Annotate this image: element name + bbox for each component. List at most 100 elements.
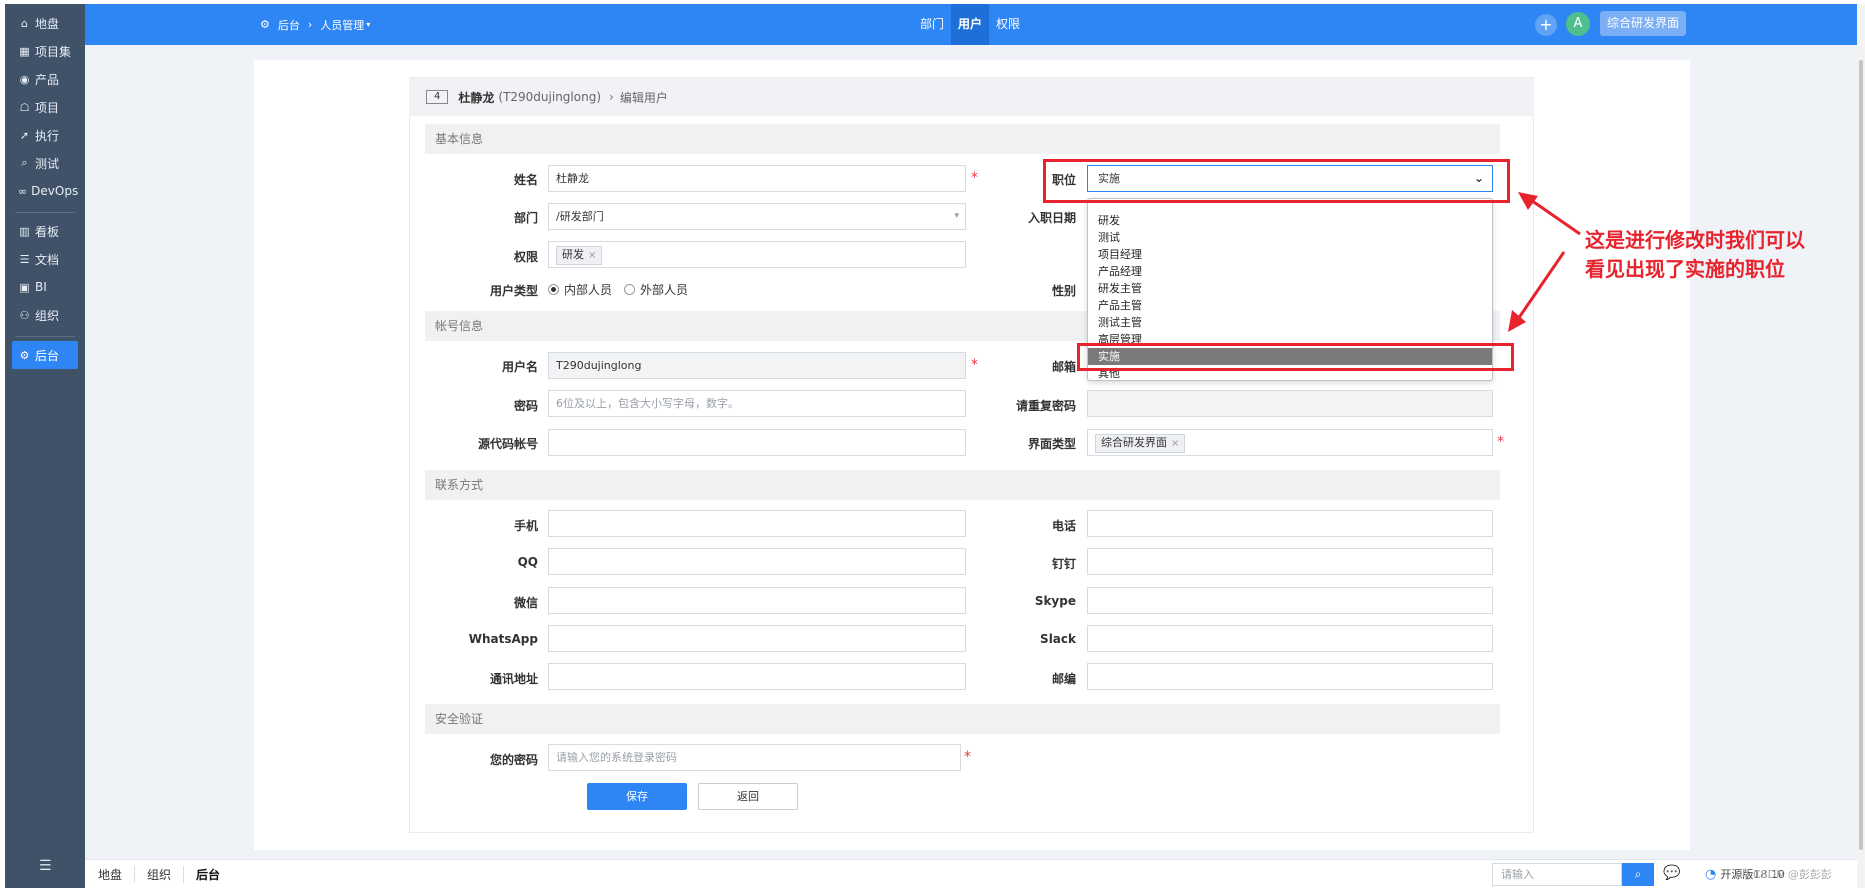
label-qq: QQ [517, 555, 538, 569]
label-zipcode: 邮编 [1051, 672, 1076, 686]
role-option[interactable]: 测试主管 [1088, 314, 1492, 331]
sidebar-item-label: 后台 [35, 348, 60, 363]
close-icon[interactable]: × [588, 250, 596, 261]
radio-label: 外部人员 [640, 283, 689, 297]
label-vision: 界面类型 [1027, 437, 1076, 451]
role-option[interactable]: 项目经理 [1088, 246, 1492, 263]
required-mark: * [971, 170, 978, 186]
sidebar-item-label: 项目 [35, 100, 60, 115]
sidebar-item-execution[interactable]: ➚ 执行 [12, 121, 78, 149]
priv-chip-label: 研发 [562, 248, 584, 261]
vision-switch-button[interactable]: 综合研发界面 [1600, 11, 1687, 36]
role-option[interactable]: 研发主管 [1088, 280, 1492, 297]
sidebar-item-program[interactable]: ▦ 项目集 [12, 37, 78, 65]
sidebar-divider [15, 212, 75, 213]
sidebar-item-project[interactable]: ☖ 项目 [12, 93, 78, 121]
arrow-head-icon [1518, 192, 1538, 210]
realname-input[interactable]: 杜静龙 [548, 165, 966, 192]
vision-multiselect[interactable]: 综合研发界面 × [1087, 429, 1493, 456]
search-icon[interactable]: ⌕ [1622, 863, 1654, 886]
radio-inside[interactable]: 内部人员 [548, 281, 612, 298]
sidebar-item-label: 组织 [35, 308, 60, 323]
zentao-logo-icon: ◔ [1705, 867, 1717, 882]
footer-link-org[interactable]: 组织 [135, 866, 185, 883]
verify-password-input[interactable]: 请输入您的系统登录密码 [548, 744, 961, 771]
create-plus-icon[interactable]: + [1535, 14, 1557, 36]
role-option[interactable]: 产品经理 [1088, 263, 1492, 280]
tab-priv[interactable]: 权限 [989, 4, 1027, 45]
footer-search-input[interactable]: 请输入 [1492, 863, 1622, 886]
highlight-box-option [1077, 343, 1514, 371]
sidebar-item-org[interactable]: ⚇ 组织 [12, 301, 78, 329]
close-icon[interactable]: × [1171, 438, 1179, 449]
sidebar-item-devops[interactable]: ∞ DevOps [12, 177, 78, 205]
chevron-right-icon: › [307, 18, 313, 31]
tab-dept[interactable]: 部门 [913, 4, 951, 45]
role-option[interactable]: 产品主管 [1088, 297, 1492, 314]
commiter-input[interactable] [548, 429, 966, 456]
radio-outside[interactable]: 外部人员 [624, 281, 688, 298]
label-user-type: 用户类型 [489, 284, 538, 298]
label-verify-password: 您的密码 [489, 753, 538, 767]
scrollbar-thumb[interactable] [1859, 60, 1863, 850]
slack-input[interactable] [1087, 625, 1493, 652]
sidebar-item-test[interactable]: ⌕ 测试 [12, 149, 78, 177]
arrow-line-upper [1527, 196, 1581, 236]
weixin-input[interactable] [548, 587, 966, 614]
label-dingding: 钉钉 [1051, 557, 1076, 571]
address-input[interactable] [548, 663, 966, 690]
sidebar-item-product[interactable]: ◉ 产品 [12, 65, 78, 93]
ai-chat-icon[interactable]: 💬 [1663, 865, 1680, 881]
dept-select[interactable]: /研发部门 ▾ [548, 203, 966, 230]
mobile-input[interactable] [548, 510, 966, 537]
label-join-date: 入职日期 [1027, 211, 1076, 225]
role-option[interactable]: 测试 [1088, 229, 1492, 246]
doc-icon: ☰ [19, 252, 30, 266]
gear-icon: ⚙ [260, 18, 270, 31]
sidebar-item-label: 产品 [35, 72, 60, 87]
sidebar-item-bi[interactable]: ▣ BI [12, 273, 78, 301]
devops-icon: ∞ [18, 184, 28, 198]
page-title-bar: 4 杜静龙 (T290dujinglong) › 编辑用户 [409, 78, 1534, 116]
sidebar-item-home[interactable]: ⌂ 地盘 [12, 9, 78, 37]
sidebar-divider [15, 336, 75, 337]
label-weixin: 微信 [513, 596, 538, 610]
sidebar-item-admin[interactable]: ⚙ 后台 [12, 341, 78, 369]
section-security: 安全验证 [425, 704, 1500, 734]
product-icon: ◉ [19, 72, 30, 86]
breadcrumb-admin[interactable]: 后台 [278, 17, 300, 33]
password-repeat-input[interactable] [1087, 390, 1493, 417]
password-input[interactable]: 6位及以上，包含大小写字母，数字。 [548, 390, 966, 417]
page-title-action: 编辑用户 [619, 90, 668, 105]
label-realname: 姓名 [513, 173, 538, 187]
bi-icon: ▣ [19, 280, 30, 294]
project-icon: ☖ [19, 100, 30, 114]
back-button[interactable]: 返回 [698, 783, 798, 810]
kanban-icon: ▥ [19, 224, 30, 238]
footer-link-admin[interactable]: 后台 [184, 866, 232, 883]
whatsapp-input[interactable] [548, 625, 966, 652]
grid-icon: ▦ [19, 44, 30, 58]
footer-link-home[interactable]: 地盘 [98, 866, 136, 883]
sidebar-item-kanban[interactable]: ▥ 看板 [12, 217, 78, 245]
label-phone: 电话 [1051, 519, 1076, 533]
save-button[interactable]: 保存 [587, 783, 687, 810]
dingding-input[interactable] [1087, 548, 1493, 575]
sidebar-item-label: DevOps [31, 184, 79, 198]
collapse-menu-icon[interactable]: ☰ [39, 858, 52, 874]
section-basic: 基本信息 [425, 124, 1500, 154]
execute-icon: ➚ [19, 128, 30, 142]
phone-input[interactable] [1087, 510, 1493, 537]
tab-user[interactable]: 用户 [951, 4, 990, 45]
account-input[interactable]: T290dujinglong [548, 352, 966, 379]
avatar[interactable]: A [1566, 12, 1590, 36]
zipcode-input[interactable] [1087, 663, 1493, 690]
sidebar-item-label: 测试 [35, 156, 60, 171]
sidebar-item-doc[interactable]: ☰ 文档 [12, 245, 78, 273]
breadcrumb-user-manage[interactable]: 人员管理 [320, 17, 364, 33]
skype-input[interactable] [1087, 587, 1493, 614]
admin-icon: ⚙ [19, 348, 30, 362]
qq-input[interactable] [548, 548, 966, 575]
priv-multiselect[interactable]: 研发 × [548, 241, 966, 268]
role-option[interactable]: 研发 [1088, 212, 1492, 229]
